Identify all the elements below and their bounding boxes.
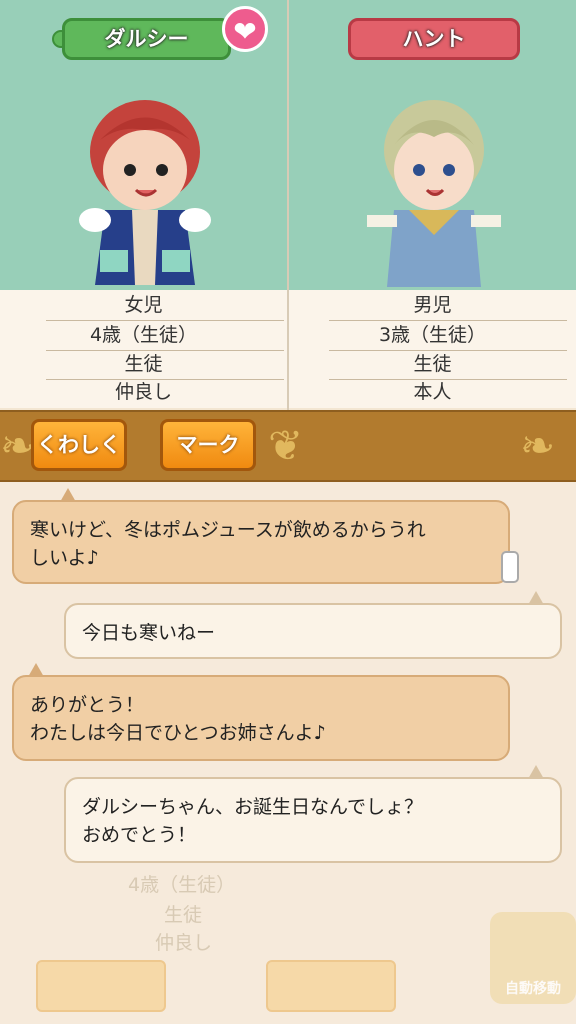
ornament-icon: ❧ bbox=[520, 421, 556, 470]
message-bubble-right: ダルシーちゃん、お誕生日なんでしょ？ おめでとう！ bbox=[64, 777, 562, 863]
bubble-tail bbox=[528, 591, 544, 605]
left-info-job: 生徒 bbox=[124, 353, 163, 375]
details-button[interactable]: くわしく bbox=[31, 419, 127, 471]
ornament-icon: ❦ bbox=[268, 421, 304, 470]
bubble-tail bbox=[528, 765, 544, 779]
left-info-relation: 仲良し bbox=[114, 381, 172, 403]
left-info-table: 女児 4歳（生徒） 生徒 仲良し bbox=[0, 290, 287, 408]
left-character-name: ダルシー bbox=[62, 18, 231, 60]
message-bubble-left: 寒いけど、冬はポムジュースが飲めるからうれ しいよ♪ bbox=[12, 500, 510, 584]
faded-info-age: 4歳（生徒） bbox=[128, 874, 236, 896]
heart-icon[interactable]: ❤ bbox=[222, 6, 268, 52]
message-bubble-right: 今日も寒いねー bbox=[64, 603, 562, 659]
auto-move-button[interactable]: 自動移動 bbox=[490, 912, 576, 1004]
faded-button bbox=[266, 960, 396, 1012]
hunt-character bbox=[367, 100, 501, 287]
left-info-age: 4歳（生徒） bbox=[89, 324, 198, 346]
faded-info-relation: 仲良し bbox=[155, 932, 213, 954]
right-character-name: ハント bbox=[348, 18, 520, 60]
right-info-gender: 男児 bbox=[413, 294, 452, 316]
scroll-handle-icon[interactable] bbox=[496, 548, 526, 586]
bubble-tail bbox=[60, 488, 76, 502]
message-bubble-left: ありがとう！ わたしは今日でひとつお姉さんよ♪ bbox=[12, 675, 510, 761]
dulcie-character bbox=[79, 100, 211, 285]
faded-button bbox=[36, 960, 166, 1012]
bubble-tail bbox=[28, 663, 44, 677]
ornament-icon: ❧ bbox=[0, 421, 36, 470]
auto-move-label: 自動移動 bbox=[505, 981, 561, 997]
right-info-job: 生徒 bbox=[413, 353, 452, 375]
right-info-relation: 本人 bbox=[413, 381, 452, 403]
faded-info-job: 生徒 bbox=[164, 904, 203, 926]
right-info-table: 男児 3歳（生徒） 生徒 本人 bbox=[289, 290, 576, 408]
mark-button[interactable]: マーク bbox=[160, 419, 256, 471]
left-info-gender: 女児 bbox=[124, 294, 163, 316]
right-info-age: 3歳（生徒） bbox=[378, 324, 487, 346]
